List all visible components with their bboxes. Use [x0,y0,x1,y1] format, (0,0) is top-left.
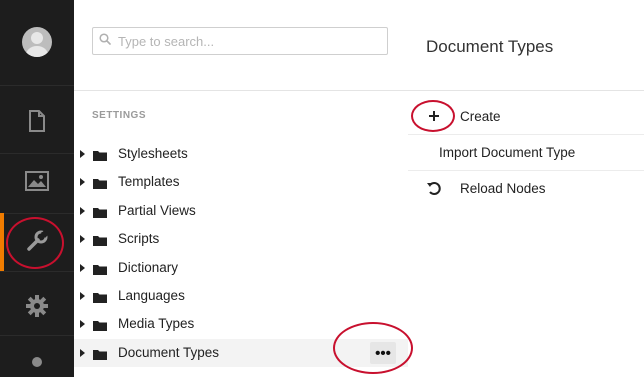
tree-panel: SETTINGS Stylesheets Templates Partial V… [74,0,409,377]
tree-item-label: Dictionary [118,260,179,275]
document-icon [28,109,46,137]
more-options-button[interactable]: ••• [370,342,396,364]
rail-divider [0,153,74,154]
tree-item-stylesheets[interactable]: Stylesheets [74,140,408,168]
import-document-type-action[interactable]: Import Document Type [408,135,644,171]
folder-icon [93,176,107,194]
wrench-icon [26,229,49,257]
section-rail [0,0,74,377]
action-label: Import Document Type [439,145,576,160]
expand-caret-icon[interactable] [80,150,85,158]
rail-divider [0,85,74,86]
expand-caret-icon[interactable] [80,320,85,328]
tree-item-partial-views[interactable]: Partial Views [74,197,408,225]
action-label: Reload Nodes [460,181,546,196]
rail-divider [0,213,74,214]
tree-item-label: Document Types [118,345,220,360]
tree-item-scripts[interactable]: Scripts [74,225,408,253]
create-action[interactable]: Create [408,99,644,135]
reload-icon [426,180,442,196]
tree-item-label: Languages [118,288,185,303]
rail-divider [0,335,74,336]
expand-caret-icon[interactable] [80,264,85,272]
tree-item-label: Stylesheets [118,146,188,161]
rail-divider [0,271,74,272]
tree-item-dictionary[interactable]: Dictionary [74,254,408,282]
actions-header: Document Types [408,0,644,91]
search-header [74,0,408,91]
media-section-button[interactable] [0,168,74,198]
folder-icon [93,233,107,251]
gear-icon [26,294,48,322]
folder-icon [93,347,107,365]
expand-caret-icon[interactable] [80,207,85,215]
folder-icon [93,290,107,308]
reload-nodes-action[interactable]: Reload Nodes [408,171,644,206]
app-frame: SETTINGS Stylesheets Templates Partial V… [0,0,644,377]
avatar [22,27,52,57]
search-box[interactable] [92,27,388,55]
section-label: SETTINGS [92,110,147,121]
folder-icon [93,148,107,166]
tree-item-media-types[interactable]: Media Types [74,310,408,338]
action-label: Create [460,109,501,124]
content-section-button[interactable] [0,108,74,138]
tree-item-label: Templates [118,174,180,189]
expand-caret-icon[interactable] [80,349,85,357]
user-icon [30,354,44,377]
tree-item-label: Media Types [118,316,195,331]
developer-section-button[interactable] [0,293,74,323]
folder-icon [93,318,107,336]
users-section-button[interactable] [0,356,74,376]
actions-panel: Document Types Create Import Document Ty… [408,0,644,377]
search-input[interactable] [116,32,380,50]
expand-caret-icon[interactable] [80,178,85,186]
folder-icon [93,262,107,280]
tree-item-label: Partial Views [118,203,196,218]
tree-item-templates[interactable]: Templates [74,168,408,196]
actions-title: Document Types [426,37,554,56]
settings-section-button[interactable] [0,228,74,258]
expand-caret-icon[interactable] [80,292,85,300]
image-icon [25,170,49,196]
tree-item-document-types[interactable]: Document Types ••• [74,339,408,367]
tree-item-label: Scripts [118,231,160,246]
expand-caret-icon[interactable] [80,235,85,243]
folder-icon [93,205,107,223]
user-avatar-button[interactable] [0,27,74,57]
plus-icon [426,108,442,124]
search-icon [99,32,111,50]
tree-item-languages[interactable]: Languages [74,282,408,310]
